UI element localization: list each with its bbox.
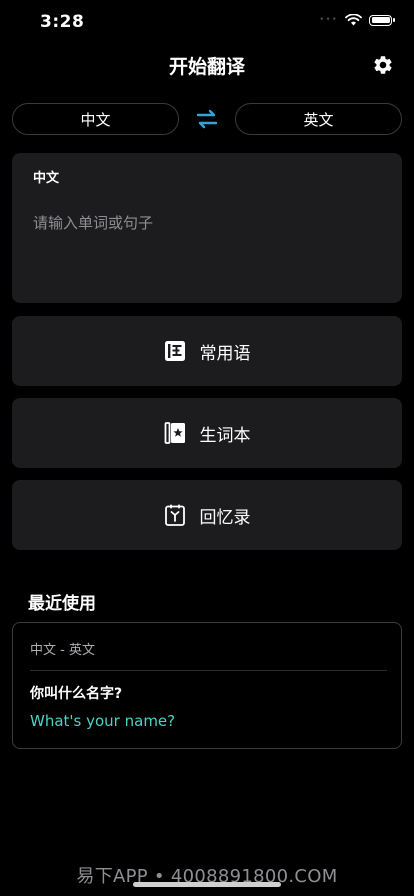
recent-section-title: 最近使用 xyxy=(28,594,96,614)
status-icons: ••• xyxy=(319,14,395,26)
phrasebook-label: 常用语 xyxy=(199,343,251,364)
signal-dots-icon: ••• xyxy=(319,15,338,25)
swap-arrows-icon[interactable] xyxy=(195,109,219,129)
divider xyxy=(30,670,387,671)
recent-target-text: What's your name? xyxy=(30,712,176,730)
phrasebook-button[interactable]: 常用语 xyxy=(12,316,402,386)
recent-language-pair: 中文 - 英文 xyxy=(30,643,95,658)
memo-icon xyxy=(164,504,185,526)
wifi-icon xyxy=(345,14,362,26)
vocabulary-book-label: 生词本 xyxy=(199,425,251,446)
home-indicator[interactable] xyxy=(133,882,281,887)
language-selector: 中文 英文 xyxy=(12,103,402,135)
battery-icon xyxy=(369,14,395,26)
translation-input[interactable] xyxy=(33,208,383,238)
vocabulary-book-button[interactable]: 生词本 xyxy=(12,398,402,468)
recent-item[interactable]: 中文 - 英文 你叫什么名字? What's your name? xyxy=(12,622,402,749)
page-title: 开始翻译 xyxy=(168,56,245,78)
vocabulary-book-icon xyxy=(164,422,185,444)
translation-input-card[interactable]: 中文 xyxy=(12,153,402,303)
battery-level xyxy=(371,17,390,23)
memo-label: 回忆录 xyxy=(199,507,251,528)
target-language-button[interactable]: 英文 xyxy=(235,103,402,135)
status-bar: 3:28 ••• xyxy=(0,0,414,44)
gear-icon[interactable] xyxy=(372,54,394,76)
phrasebook-icon xyxy=(164,341,185,361)
status-time: 3:28 xyxy=(40,12,85,32)
input-language-label: 中文 xyxy=(33,171,60,186)
source-language-button[interactable]: 中文 xyxy=(12,103,179,135)
recent-source-text: 你叫什么名字? xyxy=(30,686,123,702)
memo-button[interactable]: 回忆录 xyxy=(12,480,402,550)
